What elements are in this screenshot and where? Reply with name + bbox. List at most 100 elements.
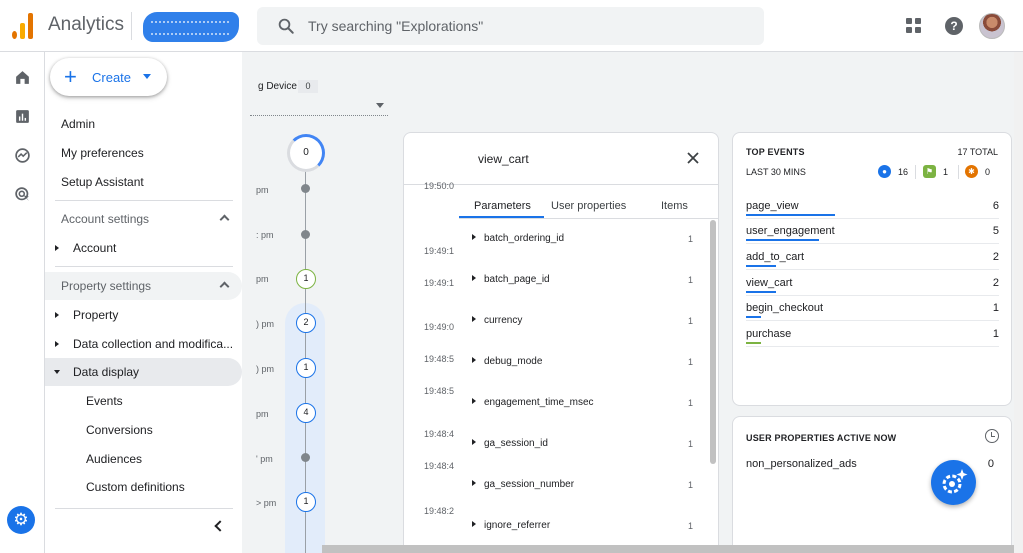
nav-item-audiences[interactable]: Audiences <box>45 445 242 473</box>
parameter-row[interactable]: batch_page_id <box>472 274 550 285</box>
event-count: 6 <box>992 200 999 212</box>
parameter-count: 1 <box>688 398 694 408</box>
expand-arrow-icon <box>472 521 476 527</box>
nav-item-events[interactable]: Events <box>45 387 242 415</box>
nav-item-label: Custom definitions <box>86 480 185 494</box>
parameter-name: batch_page_id <box>484 274 550 285</box>
close-icon[interactable] <box>685 150 701 166</box>
parameter-row[interactable]: currency <box>472 315 522 326</box>
event-bar <box>746 291 777 293</box>
sparkle-gear-icon <box>942 469 968 494</box>
expand-arrow-icon <box>55 312 59 318</box>
nav-item-data-display[interactable]: Data display <box>45 358 242 386</box>
conversion-flag-icon: ⚑ <box>923 165 936 178</box>
reports-icon[interactable] <box>14 108 31 125</box>
timestamp: 19:49:1 <box>424 278 455 288</box>
nav-item-conversions[interactable]: Conversions <box>45 416 242 444</box>
help-icon[interactable]: ? <box>945 17 963 35</box>
timeline-top-counter[interactable]: 0 <box>287 134 325 172</box>
parameter-row[interactable]: ga_session_id <box>472 438 548 449</box>
timeline-event-count[interactable]: 1 <box>296 358 316 378</box>
parameter-row[interactable]: ignore_referrer <box>472 520 550 531</box>
active-tab-indicator <box>459 216 544 218</box>
expand-arrow-icon <box>472 439 476 445</box>
timeline-dot[interactable] <box>301 453 310 462</box>
top-event-row[interactable]: purchase 1 <box>746 322 999 347</box>
explore-icon[interactable] <box>14 147 31 164</box>
nav-item-account[interactable]: Account <box>45 234 242 262</box>
search-input[interactable]: Try searching "Explorations" <box>308 18 483 34</box>
error-count: 0 <box>985 167 991 177</box>
event-count: 16 <box>898 167 909 177</box>
parameter-name: debug_mode <box>484 356 543 367</box>
nav-item-my-preferences[interactable]: My preferences <box>45 139 242 167</box>
timestamp: 19:48:5 <box>424 386 455 396</box>
timeline-dot[interactable] <box>301 230 310 239</box>
event-count: 5 <box>992 225 999 237</box>
home-icon[interactable] <box>14 69 31 86</box>
expand-arrow-icon <box>472 398 476 404</box>
timeline-event-count[interactable]: 2 <box>296 313 316 333</box>
top-event-row[interactable]: view_cart 2 <box>746 271 999 296</box>
nav-item-label: Data collection and modifica... <box>73 337 234 351</box>
page-horizontal-scrollbar[interactable] <box>322 545 1014 553</box>
nav-item-admin[interactable]: Admin <box>45 110 242 138</box>
account-selector-redacted[interactable] <box>143 12 239 42</box>
header-divider <box>131 12 132 40</box>
parameter-row[interactable]: engagement_time_msec <box>472 397 594 408</box>
page-vertical-scrollbar[interactable] <box>1014 52 1023 553</box>
analytics-logo-icon[interactable] <box>12 13 34 39</box>
plus-icon: + <box>64 64 77 89</box>
admin-settings-icon[interactable]: ⚙ <box>7 506 35 534</box>
event-detail-panel: view_cart 19:50:0 Parameters User proper… <box>403 132 719 553</box>
history-icon[interactable] <box>985 429 999 443</box>
badge-divider <box>915 165 916 179</box>
nav-item-setup-assistant[interactable]: Setup Assistant <box>45 168 242 196</box>
expand-arrow-icon <box>55 245 59 251</box>
top-event-row[interactable]: begin_checkout 1 <box>746 296 999 321</box>
nav-item-label: Conversions <box>86 423 153 437</box>
timeline-event-count[interactable]: 1 <box>296 269 316 289</box>
nav-item-property[interactable]: Property <box>45 301 242 329</box>
event-name: begin_checkout <box>746 302 824 314</box>
avatar[interactable] <box>979 13 1005 39</box>
timeline-event-count[interactable]: 4 <box>296 403 316 423</box>
event-name: view_cart <box>746 277 793 289</box>
device-dropdown-caret-icon[interactable] <box>376 103 384 108</box>
nav-divider <box>55 508 233 509</box>
nav-section-property-settings[interactable]: Property settings <box>45 272 242 300</box>
insights-sparkle-button[interactable] <box>931 460 976 505</box>
nav-item-data-collection[interactable]: Data collection and modifica... <box>45 330 242 358</box>
tab-user-properties[interactable]: User properties <box>551 200 626 212</box>
top-event-row[interactable]: add_to_cart 2 <box>746 245 999 270</box>
event-count: 2 <box>992 277 999 289</box>
create-button[interactable]: + Create <box>50 58 167 96</box>
timestamp: 19:48:5 <box>424 354 455 364</box>
tab-parameters[interactable]: Parameters <box>474 200 531 212</box>
event-count-badge-icon: ● <box>878 165 891 178</box>
nav-item-custom-definitions[interactable]: Custom definitions <box>45 473 242 501</box>
parameter-count: 1 <box>688 234 694 244</box>
tab-items[interactable]: Items <box>661 200 688 212</box>
top-events-subtitle: LAST 30 MINS <box>746 167 806 177</box>
top-event-row[interactable]: user_engagement 5 <box>746 219 999 244</box>
timeline-dot[interactable] <box>301 184 310 193</box>
nav-section-account-settings[interactable]: Account settings <box>45 205 242 233</box>
timeline-time: pm <box>256 185 269 195</box>
detail-scrollbar[interactable] <box>710 220 716 464</box>
event-bar <box>746 265 777 267</box>
app-title: Analytics <box>48 14 125 35</box>
top-event-row[interactable]: page_view 6 <box>746 194 999 219</box>
parameter-row[interactable]: ga_session_number <box>472 479 574 490</box>
parameter-row[interactable]: debug_mode <box>472 356 542 367</box>
search-bar[interactable]: Try searching "Explorations" <box>257 7 764 45</box>
nav-item-label: Data display <box>73 365 140 379</box>
advertising-icon[interactable] <box>14 186 31 203</box>
parameter-row[interactable]: batch_ordering_id <box>472 233 564 244</box>
timeline-event-count[interactable]: 1 <box>296 492 316 512</box>
error-bug-icon: ✱ <box>965 165 978 178</box>
apps-grid-icon[interactable] <box>906 18 922 34</box>
parameter-count: 1 <box>688 316 694 326</box>
timeline-time: ) pm <box>256 319 274 329</box>
chevron-down-icon <box>143 74 151 79</box>
